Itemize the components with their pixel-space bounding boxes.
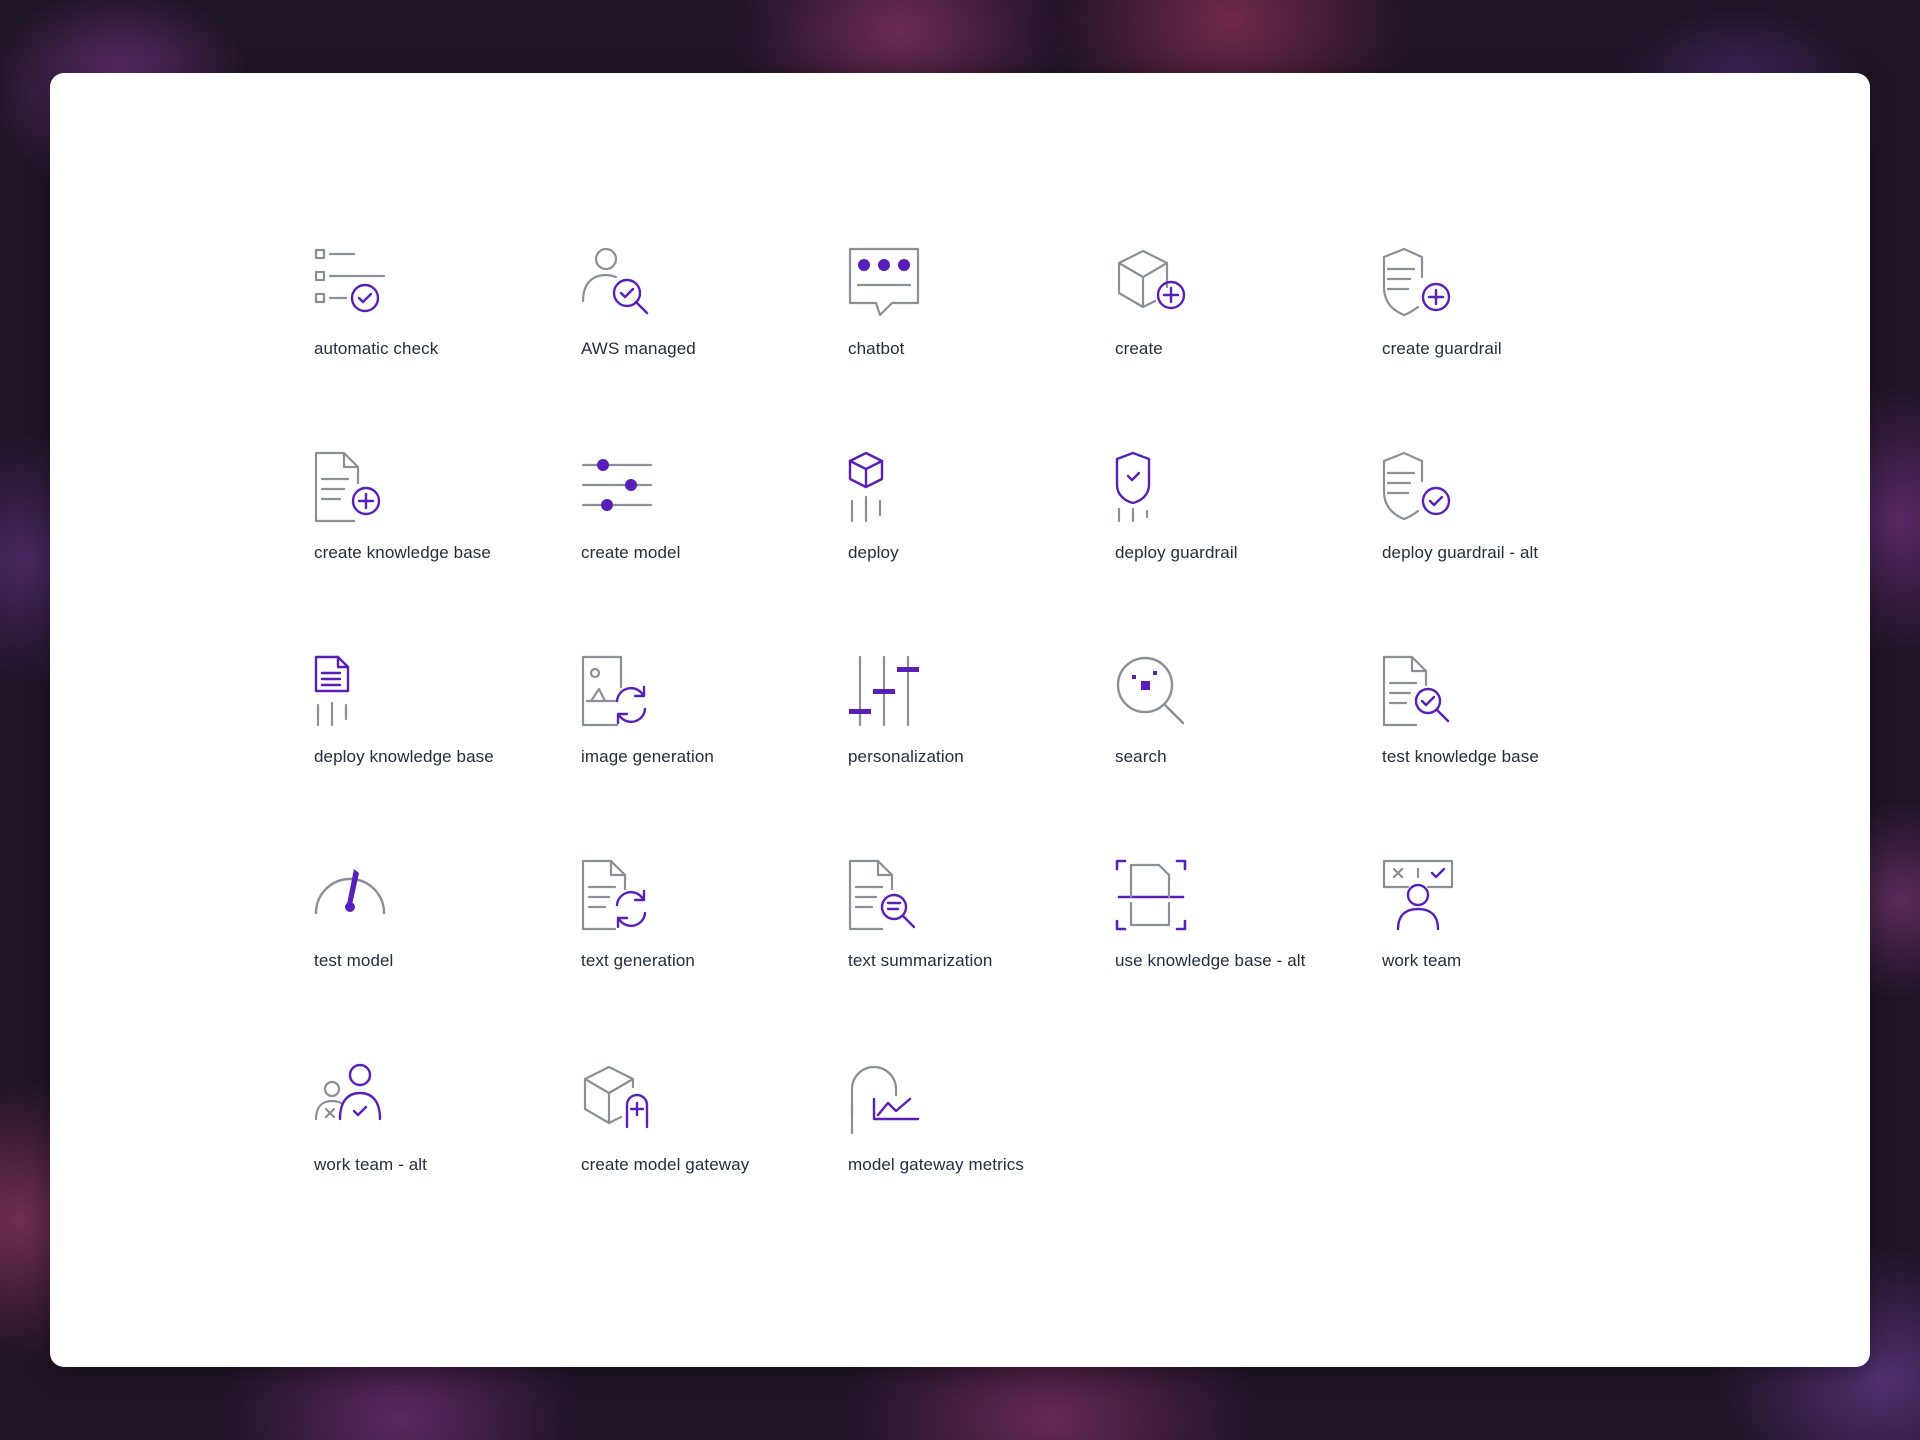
icon-tile: create guardrail bbox=[1382, 247, 1649, 451]
icon-tile: image generation bbox=[581, 655, 848, 859]
icon-tile: test knowledge base bbox=[1382, 655, 1649, 859]
icon-label: test knowledge base bbox=[1382, 747, 1539, 766]
shield-check-icon bbox=[1382, 451, 1454, 523]
icon-label: use knowledge base - alt bbox=[1115, 951, 1306, 970]
icon-tile: deploy knowledge base bbox=[314, 655, 581, 859]
icon-label: image generation bbox=[581, 747, 714, 766]
cube-deploy-icon bbox=[848, 451, 920, 523]
icon-tile: use knowledge base - alt bbox=[1115, 859, 1382, 1063]
icon-label: AWS managed bbox=[581, 339, 696, 358]
icon-label: search bbox=[1115, 747, 1167, 766]
sliders-icon bbox=[581, 451, 653, 523]
icon-tile: text summarization bbox=[848, 859, 1115, 1063]
icon-tile: deploy guardrail bbox=[1115, 451, 1382, 655]
icon-label: personalization bbox=[848, 747, 964, 766]
document-refresh-icon bbox=[581, 859, 653, 931]
icon-tile: personalization bbox=[848, 655, 1115, 859]
cube-gateway-icon bbox=[581, 1063, 653, 1135]
document-summary-icon bbox=[848, 859, 920, 931]
icon-tile: model gateway metrics bbox=[848, 1063, 1115, 1267]
gateway-chart-icon bbox=[848, 1063, 920, 1135]
icon-label: deploy guardrail - alt bbox=[1382, 543, 1539, 562]
icon-label: text generation bbox=[581, 951, 695, 970]
icon-tile: deploy guardrail - alt bbox=[1382, 451, 1649, 655]
image-refresh-icon bbox=[581, 655, 653, 727]
icon-tile: work team bbox=[1382, 859, 1649, 1063]
icon-tile: deploy bbox=[848, 451, 1115, 655]
icon-grid: automatic check AWS managed chatbot crea… bbox=[314, 247, 1649, 1267]
magnifier-icon bbox=[1115, 655, 1187, 727]
icon-label: text summarization bbox=[848, 951, 993, 970]
icon-tile: automatic check bbox=[314, 247, 581, 451]
icon-label: deploy guardrail bbox=[1115, 543, 1238, 562]
user-board-icon bbox=[1382, 859, 1454, 931]
icon-label: deploy bbox=[848, 543, 899, 562]
icon-label: chatbot bbox=[848, 339, 905, 358]
icon-tile: create model gateway bbox=[581, 1063, 848, 1267]
icon-tile: create bbox=[1115, 247, 1382, 451]
user-search-icon bbox=[581, 247, 653, 319]
icon-label: work team - alt bbox=[314, 1155, 427, 1174]
shield-plus-icon bbox=[1382, 247, 1454, 319]
icon-tile: test model bbox=[314, 859, 581, 1063]
document-scan-icon bbox=[1115, 859, 1187, 931]
icon-label: create bbox=[1115, 339, 1163, 358]
document-plus-icon bbox=[314, 451, 386, 523]
icon-label: work team bbox=[1382, 951, 1462, 970]
checklist-icon bbox=[314, 247, 386, 319]
icon-label: create guardrail bbox=[1382, 339, 1502, 358]
icon-tile: text generation bbox=[581, 859, 848, 1063]
chat-bubble-icon bbox=[848, 247, 920, 319]
document-search-icon bbox=[1382, 655, 1454, 727]
document-deploy-icon bbox=[314, 655, 386, 727]
icon-label: test model bbox=[314, 951, 394, 970]
icon-tile: AWS managed bbox=[581, 247, 848, 451]
gauge-icon bbox=[314, 859, 386, 931]
cube-plus-icon bbox=[1115, 247, 1187, 319]
icon-label: create model gateway bbox=[581, 1155, 750, 1174]
icon-label: model gateway metrics bbox=[848, 1155, 1024, 1174]
icon-tile: chatbot bbox=[848, 247, 1115, 451]
icon-tile: work team - alt bbox=[314, 1063, 581, 1267]
vertical-sliders-icon bbox=[848, 655, 920, 727]
icon-tile: create knowledge base bbox=[314, 451, 581, 655]
icon-label: automatic check bbox=[314, 339, 439, 358]
icon-tile: search bbox=[1115, 655, 1382, 859]
shield-deploy-icon bbox=[1115, 451, 1187, 523]
team-icon bbox=[314, 1063, 386, 1135]
icon-sheet-card: automatic check AWS managed chatbot crea… bbox=[50, 73, 1870, 1367]
icon-label: create model bbox=[581, 543, 681, 562]
icon-tile: create model bbox=[581, 451, 848, 655]
icon-label: deploy knowledge base bbox=[314, 747, 494, 766]
icon-label: create knowledge base bbox=[314, 543, 491, 562]
